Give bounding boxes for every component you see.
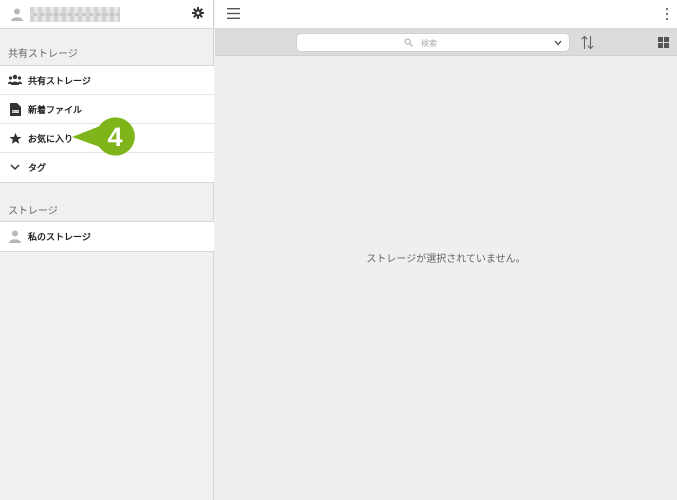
sidebar-item-label: お気に入り xyxy=(28,134,74,145)
user-icon xyxy=(8,230,22,244)
star-icon xyxy=(8,131,22,145)
sidebar: 共有ストレージ 共有ストレージ NEW 新着ファイル お気に入り タグ ストレー… xyxy=(0,0,214,500)
account-name-blurred xyxy=(30,7,120,22)
sidebar-item-tags[interactable]: タグ xyxy=(0,153,214,182)
gear-icon[interactable] xyxy=(192,7,204,19)
sidebar-item-label: タグ xyxy=(28,164,47,174)
chevron-down-icon[interactable] xyxy=(554,40,562,46)
grid-view-icon[interactable] xyxy=(658,37,669,48)
sidebar-item-my-storage[interactable]: 私のストレージ xyxy=(0,222,214,251)
sidebar-header xyxy=(0,0,213,29)
more-options-icon[interactable] xyxy=(665,7,669,21)
empty-state-message: ストレージが選択されていません。 xyxy=(366,254,526,265)
search-icon xyxy=(404,38,413,47)
callout-number: 4 xyxy=(107,121,123,152)
svg-text:NEW: NEW xyxy=(11,109,18,113)
section-title-storage: ストレージ xyxy=(8,206,58,217)
sort-icon[interactable] xyxy=(581,35,594,50)
new-file-icon: NEW xyxy=(8,102,22,116)
sidebar-item-label: 新着ファイル xyxy=(28,105,83,116)
users-icon xyxy=(8,73,22,87)
hamburger-menu-icon[interactable] xyxy=(227,8,240,19)
sidebar-item-label: 私のストレージ xyxy=(28,233,91,243)
main-header xyxy=(215,0,677,29)
chevron-down-icon xyxy=(8,161,22,175)
storage-list: 私のストレージ xyxy=(0,221,214,252)
search-input[interactable]: 検索 xyxy=(296,33,570,52)
toolbar: 検索 xyxy=(215,29,677,56)
avatar-icon[interactable] xyxy=(10,7,24,21)
sidebar-item-label: 共有ストレージ xyxy=(28,76,91,87)
sidebar-item-shared-storage[interactable]: 共有ストレージ xyxy=(0,66,214,95)
section-title-shared: 共有ストレージ xyxy=(8,49,78,60)
search-placeholder: 検索 xyxy=(421,39,437,48)
